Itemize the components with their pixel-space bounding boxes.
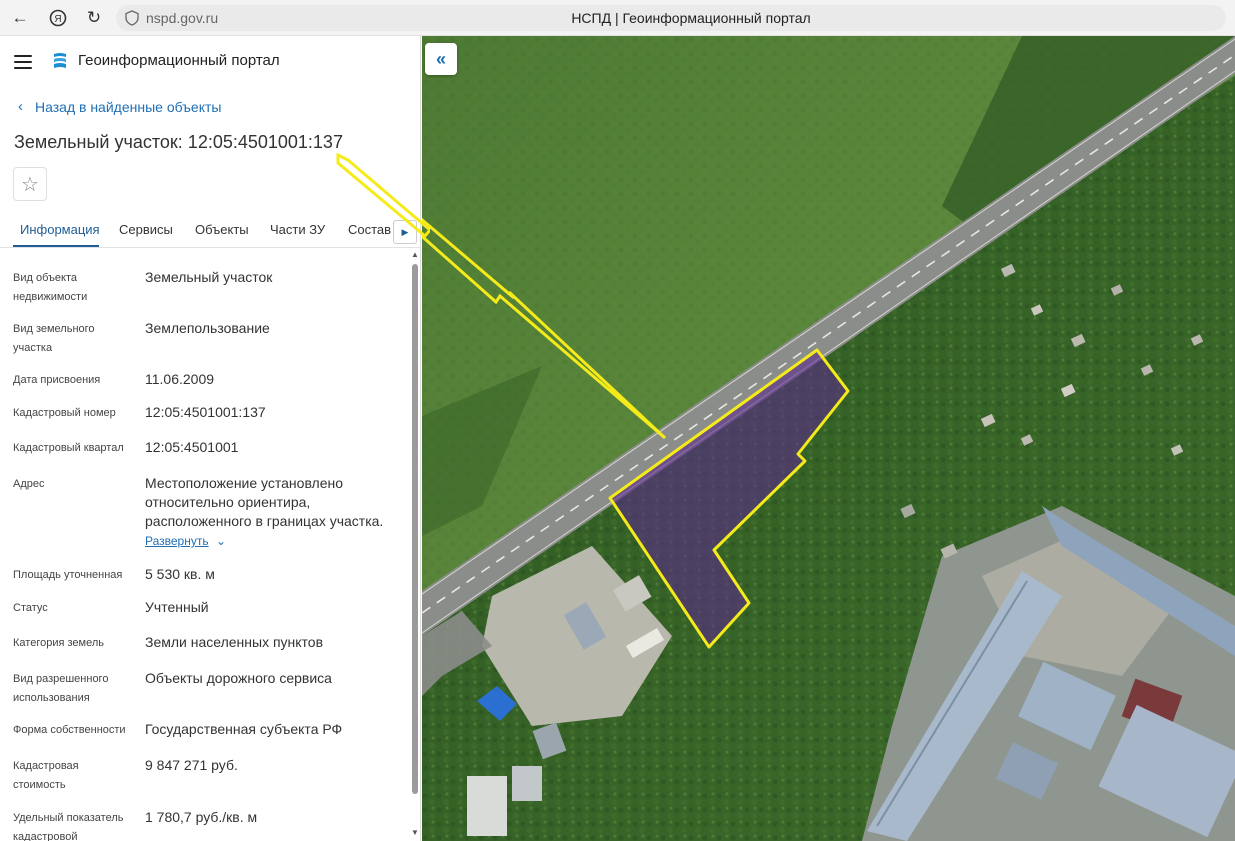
- prop-label: Кадастровый номер: [13, 407, 116, 419]
- tab-parts[interactable]: Части ЗУ: [270, 222, 325, 237]
- portal-title[interactable]: Геоинформационный портал: [78, 52, 280, 69]
- browser-toolbar: ← Я ↻ nspd.gov.ru НСПД | Геоинформационн…: [0, 0, 1235, 36]
- prop-value: Землепользование: [145, 320, 270, 336]
- back-to-results-link[interactable]: ‹ Назад в найденные объекты: [18, 98, 221, 115]
- expand-address-link[interactable]: Развернуть: [145, 534, 209, 548]
- tabs-scroll-right-button[interactable]: ▶: [393, 220, 417, 244]
- prop-value: 1 780,7 руб./кв. м: [145, 809, 258, 825]
- prop-value: 12:05:4501001:137: [145, 404, 266, 420]
- prop-value: Земли населенных пунктов: [145, 634, 324, 650]
- favorite-button[interactable]: ☆: [13, 167, 47, 201]
- prop-label: Вид объекта недвижимости: [13, 272, 88, 303]
- tab-objects[interactable]: Объекты: [195, 222, 249, 237]
- prop-label: Вид разрешенного использования: [13, 673, 109, 704]
- prop-label: Форма собственности: [13, 724, 126, 736]
- browser-back-icon[interactable]: ←: [8, 6, 32, 30]
- prop-value: 11.06.2009: [145, 371, 215, 387]
- active-tab-indicator: [13, 245, 99, 247]
- yandex-icon[interactable]: Я: [46, 6, 70, 30]
- panel-scrollbar[interactable]: ▲ ▼: [410, 248, 420, 841]
- collapse-panel-button[interactable]: «: [425, 43, 457, 75]
- tab-bar: Информация Сервисы Объекты Части ЗУ Сост…: [0, 214, 420, 248]
- scroll-up-icon[interactable]: ▲: [411, 250, 419, 259]
- prop-value: Объекты дорожного сервиса: [145, 670, 332, 686]
- prop-value: 5 530 кв. м: [145, 566, 215, 582]
- prop-label: Удельный показатель кадастровой: [13, 812, 124, 841]
- chevron-left-icon: ‹: [18, 98, 23, 115]
- back-link-label: Назад в найденные объекты: [35, 98, 222, 115]
- portal-logo-icon[interactable]: [50, 51, 70, 71]
- tab-services[interactable]: Сервисы: [119, 222, 173, 237]
- scroll-thumb[interactable]: [412, 264, 418, 794]
- triangle-right-icon: ▶: [401, 226, 409, 237]
- prop-value: Местоположение установлено относительно …: [145, 475, 384, 529]
- hamburger-icon[interactable]: [14, 55, 32, 69]
- double-chevron-left-icon: «: [435, 48, 446, 69]
- prop-label: Адрес: [13, 478, 45, 490]
- tab-composition[interactable]: Состав: [348, 222, 391, 237]
- scroll-down-icon[interactable]: ▼: [411, 828, 419, 837]
- prop-label: Дата присвоения: [13, 374, 101, 386]
- prop-label: Категория земель: [13, 637, 104, 649]
- prop-value: 9 847 271 руб.: [145, 757, 238, 773]
- properties-list: Вид объекта недвижимости Земельный участ…: [0, 248, 408, 841]
- reload-icon[interactable]: ↻: [82, 6, 106, 30]
- prop-value: Земельный участок: [145, 269, 273, 285]
- prop-value: Государственная субъекта РФ: [145, 721, 343, 737]
- chevron-down-icon[interactable]: ⌄: [216, 534, 226, 548]
- prop-value: Учтенный: [145, 599, 209, 615]
- prop-label: Вид земельного участка: [13, 323, 95, 354]
- map-canvas[interactable]: [422, 36, 1235, 841]
- info-panel: Геоинформационный портал ‹ Назад в найде…: [0, 36, 421, 841]
- prop-label: Статус: [13, 602, 48, 614]
- prop-label: Кадастровая стоимость: [13, 760, 79, 791]
- page-tab-title: НСПД | Геоинформационный портал: [571, 10, 811, 26]
- address-bar[interactable]: nspd.gov.ru НСПД | Геоинформационный пор…: [116, 5, 1226, 31]
- svg-text:Я: Я: [54, 14, 61, 25]
- prop-value: 12:05:4501001: [145, 439, 239, 455]
- tab-information[interactable]: Информация: [20, 222, 100, 237]
- satellite-map[interactable]: «: [422, 36, 1235, 841]
- page-title: Земельный участок: 12:05:4501001:137: [14, 132, 343, 152]
- prop-label: Площадь уточненная: [13, 569, 123, 581]
- star-icon: ☆: [21, 173, 39, 196]
- prop-label: Кадастровый квартал: [13, 442, 124, 454]
